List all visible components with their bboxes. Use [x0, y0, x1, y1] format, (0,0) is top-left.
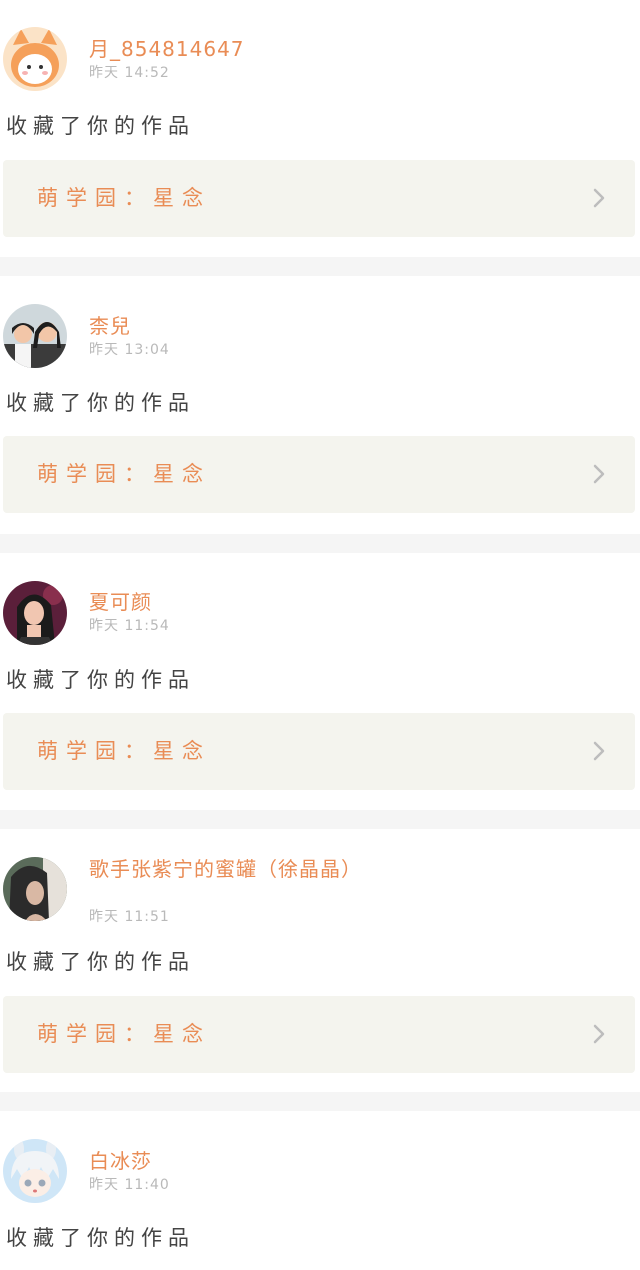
work-title: 萌学园：星念 [37, 1022, 211, 1046]
timestamp: 昨天 11:51 [89, 909, 170, 925]
activity-text: 收藏了你的作品 [6, 1226, 195, 1250]
chevron-right-icon [593, 741, 605, 761]
chevron-right-icon [593, 464, 605, 484]
timestamp: 昨天 11:54 [89, 618, 170, 634]
section-divider [0, 534, 640, 553]
activity-text: 收藏了你的作品 [6, 950, 195, 974]
woman-photo-avatar [3, 857, 67, 921]
work-title: 萌学园：星念 [37, 739, 211, 763]
work-title: 萌学园：星念 [37, 462, 211, 486]
user-name[interactable]: 白冰莎 [89, 1149, 152, 1173]
feed-item: 夏可颜 昨天 11:54 收藏了你的作品 萌学园：星念 [0, 553, 640, 810]
work-link-card[interactable]: 萌学园：星念 [3, 713, 635, 790]
user-name[interactable]: 柰兒 [89, 314, 131, 338]
activity-text: 收藏了你的作品 [6, 668, 195, 692]
anime-boy-avatar [3, 1139, 67, 1203]
work-link-card[interactable]: 萌学园：星念 [3, 160, 635, 237]
user-name[interactable]: 月_854814647 [89, 37, 245, 61]
feed-item: 柰兒 昨天 13:04 收藏了你的作品 萌学园：星念 [0, 276, 640, 534]
chevron-right-icon [593, 1024, 605, 1044]
user-avatar[interactable] [3, 581, 67, 645]
user-avatar[interactable] [3, 27, 67, 91]
user-name[interactable]: 夏可颜 [89, 590, 152, 614]
user-avatar[interactable] [3, 1139, 67, 1203]
two-girls-photo-avatar [3, 304, 67, 368]
fox-hood-avatar-icon [3, 27, 67, 91]
user-avatar[interactable] [3, 304, 67, 368]
feed-item: 歌手张紫宁的蜜罐（徐晶晶） 昨天 11:51 收藏了你的作品 萌学园：星念 [0, 829, 640, 1092]
work-link-card[interactable]: 萌学园：星念 [3, 996, 635, 1073]
user-avatar[interactable] [3, 857, 67, 921]
activity-text: 收藏了你的作品 [6, 391, 195, 415]
girl-photo-avatar [3, 581, 67, 645]
work-title: 萌学园：星念 [37, 186, 211, 210]
activity-text: 收藏了你的作品 [6, 114, 195, 138]
section-divider [0, 1092, 640, 1111]
timestamp: 昨天 13:04 [89, 342, 170, 358]
feed-item: 月_854814647 昨天 14:52 收藏了你的作品 萌学园：星念 [0, 0, 640, 257]
user-name[interactable]: 歌手张紫宁的蜜罐（徐晶晶） [89, 857, 362, 881]
feed-item: 白冰莎 昨天 11:40 收藏了你的作品 [0, 1111, 640, 1270]
work-link-card[interactable]: 萌学园：星念 [3, 436, 635, 513]
timestamp: 昨天 14:52 [89, 65, 170, 81]
section-divider [0, 257, 640, 276]
section-divider [0, 810, 640, 829]
timestamp: 昨天 11:40 [89, 1177, 170, 1193]
chevron-right-icon [593, 188, 605, 208]
